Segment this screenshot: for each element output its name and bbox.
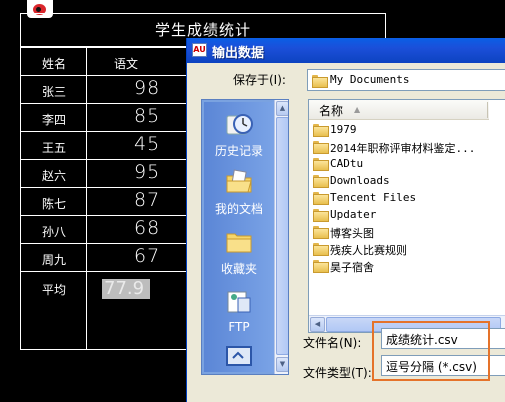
place-desktop[interactable] — [204, 344, 274, 374]
row-score: 98 — [134, 77, 161, 99]
folder-icon — [313, 141, 329, 154]
save-in-select[interactable]: My Documents — [307, 69, 505, 91]
average-label: 平均 — [42, 283, 67, 297]
place-history[interactable]: 历史记录 — [204, 110, 274, 159]
export-data-dialog: AU 输出数据 保存于(I): My Documents 历史记录 我的文档 收… — [186, 38, 505, 402]
column-header-label: 名称 — [319, 104, 344, 118]
my-documents-icon — [226, 169, 252, 193]
row-score: 68 — [134, 217, 161, 239]
annotation-highlight-box — [372, 321, 490, 381]
place-label: FTP — [228, 320, 250, 334]
favorites-icon — [226, 233, 252, 253]
folder-icon — [313, 158, 329, 171]
list-item[interactable]: 1979 — [311, 122, 489, 139]
filename-label: 文件名(N): — [303, 336, 362, 350]
scroll-up-button[interactable]: ▲ — [276, 101, 288, 116]
row-name: 王五 — [42, 141, 67, 155]
folder-icon — [313, 260, 329, 273]
folder-icon — [313, 192, 329, 205]
sort-ascending-icon: ▲ — [354, 105, 361, 114]
save-in-label: 保存于(I): — [233, 73, 286, 87]
row-name: 李四 — [42, 113, 67, 127]
row-score: 67 — [134, 245, 161, 267]
scroll-down-button[interactable]: ▼ — [276, 357, 288, 372]
save-in-value: My Documents — [330, 73, 410, 86]
scroll-thumb[interactable] — [276, 117, 288, 355]
folder-icon — [313, 209, 329, 222]
dialog-titlebar[interactable]: AU 输出数据 — [187, 38, 505, 63]
scroll-left-button[interactable]: ◀ — [310, 317, 325, 332]
folder-icon — [312, 75, 328, 88]
list-item[interactable]: CADtu — [311, 156, 489, 173]
list-item[interactable]: 残疾人比赛规则 — [311, 241, 489, 258]
list-item[interactable]: 昊子宿舍 — [311, 258, 489, 275]
places-scrollbar[interactable]: ▲ ▼ — [274, 100, 288, 374]
list-item[interactable]: Updater — [311, 207, 489, 224]
place-ftp[interactable]: FTP — [204, 288, 274, 334]
row-score: 85 — [134, 105, 161, 127]
history-icon — [226, 114, 253, 135]
folder-icon — [313, 124, 329, 137]
list-item[interactable]: 2014年职称评审材料鉴定... — [311, 139, 489, 156]
list-item[interactable]: Tencent Files — [311, 190, 489, 207]
folder-icon — [313, 226, 329, 239]
row-name: 赵六 — [42, 169, 67, 183]
places-bar: 历史记录 我的文档 收藏夹 FTP ▲ ▼ — [201, 99, 289, 375]
dialog-title: 输出数据 — [212, 46, 265, 61]
ftp-icon — [227, 291, 251, 313]
place-label: 历史记录 — [214, 144, 263, 158]
row-name: 张三 — [42, 85, 67, 99]
row-score: 87 — [134, 189, 161, 211]
folder-icon — [313, 243, 329, 256]
place-my-documents[interactable]: 我的文档 — [204, 168, 274, 217]
file-list: 名称 ▲ 1979 2014年职称评审材料鉴定... CADtu Downloa… — [308, 99, 505, 333]
place-label: 收藏夹 — [220, 262, 257, 276]
header-name: 姓名 — [42, 57, 67, 71]
folder-icon — [313, 175, 329, 188]
average-value[interactable]: 77.9 — [102, 279, 150, 299]
app-icon: AU — [192, 43, 207, 57]
column-header-name[interactable]: 名称 ▲ — [309, 100, 489, 120]
row-name: 孙八 — [42, 225, 67, 239]
place-favorites[interactable]: 收藏夹 — [204, 228, 274, 277]
list-item[interactable]: Downloads — [311, 173, 489, 190]
filetype-label: 文件类型(T): — [303, 366, 372, 380]
header-chinese: 语文 — [114, 57, 139, 71]
place-label: 我的文档 — [214, 202, 263, 216]
list-item[interactable]: 博客头图 — [311, 224, 489, 241]
row-score: 45 — [134, 133, 161, 155]
desktop-icon — [226, 346, 252, 366]
row-score: 95 — [134, 161, 161, 183]
row-name: 周九 — [42, 253, 67, 267]
row-name: 陈七 — [42, 197, 67, 211]
